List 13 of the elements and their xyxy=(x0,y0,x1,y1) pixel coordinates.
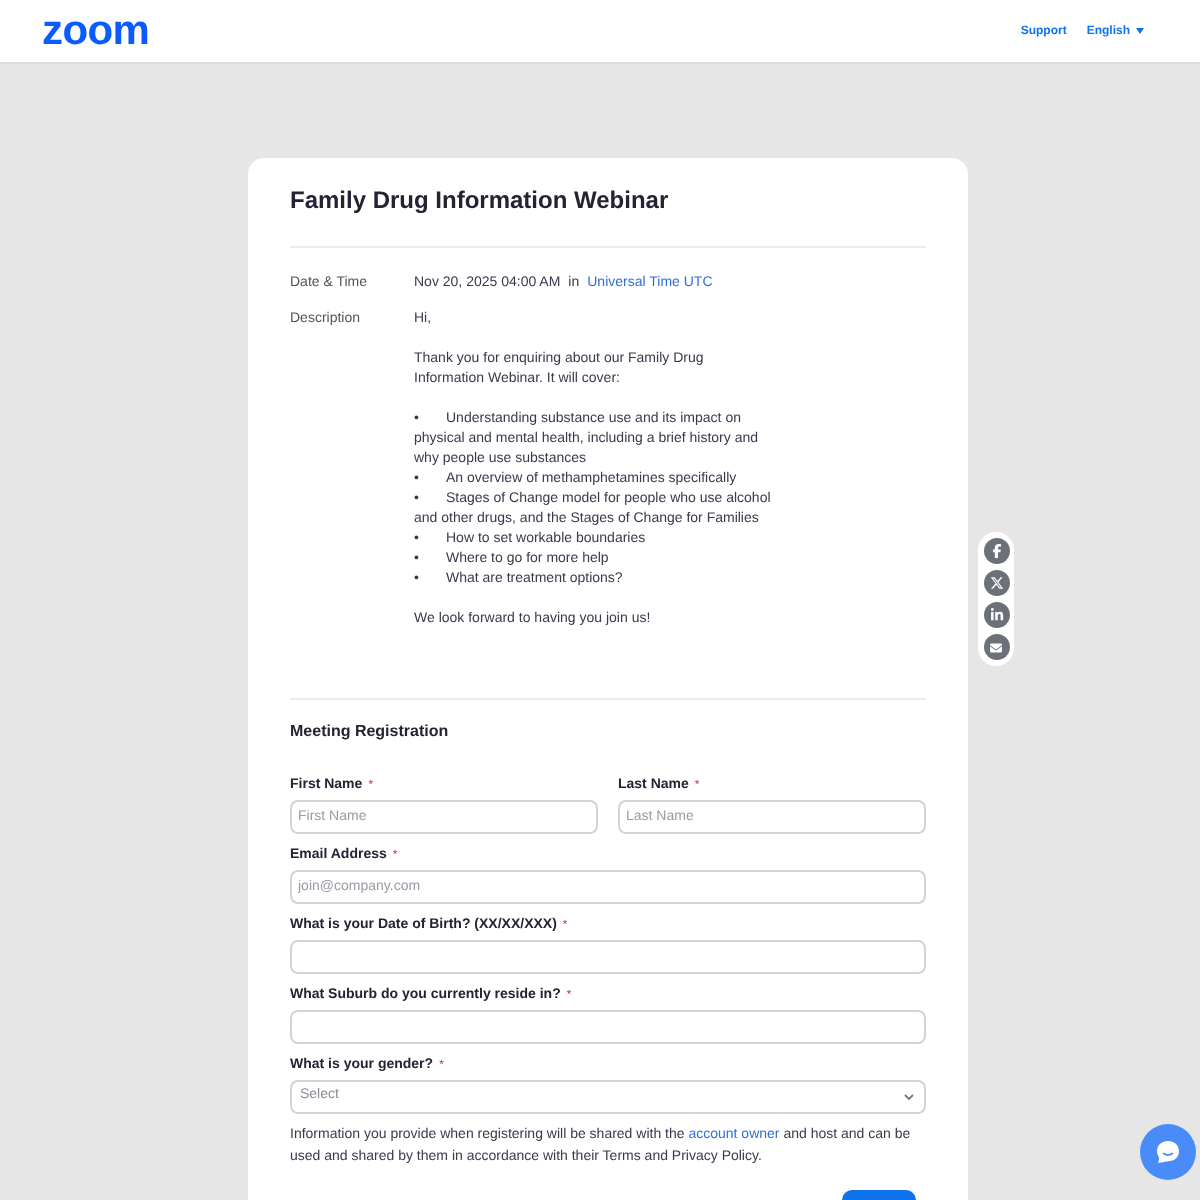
input-field[interactable] xyxy=(290,1010,926,1044)
chevron-down-icon xyxy=(904,1094,914,1100)
input-field[interactable] xyxy=(290,940,926,974)
section-title: Meeting Registration xyxy=(290,722,451,742)
x-logo-icon[interactable] xyxy=(983,570,1009,596)
zoom-logo[interactable]: zoom xyxy=(42,9,150,53)
event-title: Family Drug Information Webinar xyxy=(290,184,671,216)
mail-icon[interactable] xyxy=(983,634,1009,660)
caret-icon xyxy=(1136,28,1144,34)
chat-button[interactable] xyxy=(1140,1124,1196,1180)
chat-bubble-icon xyxy=(1156,1140,1180,1164)
linkedin-icon[interactable] xyxy=(983,602,1009,628)
facebook-icon[interactable] xyxy=(983,538,1009,564)
